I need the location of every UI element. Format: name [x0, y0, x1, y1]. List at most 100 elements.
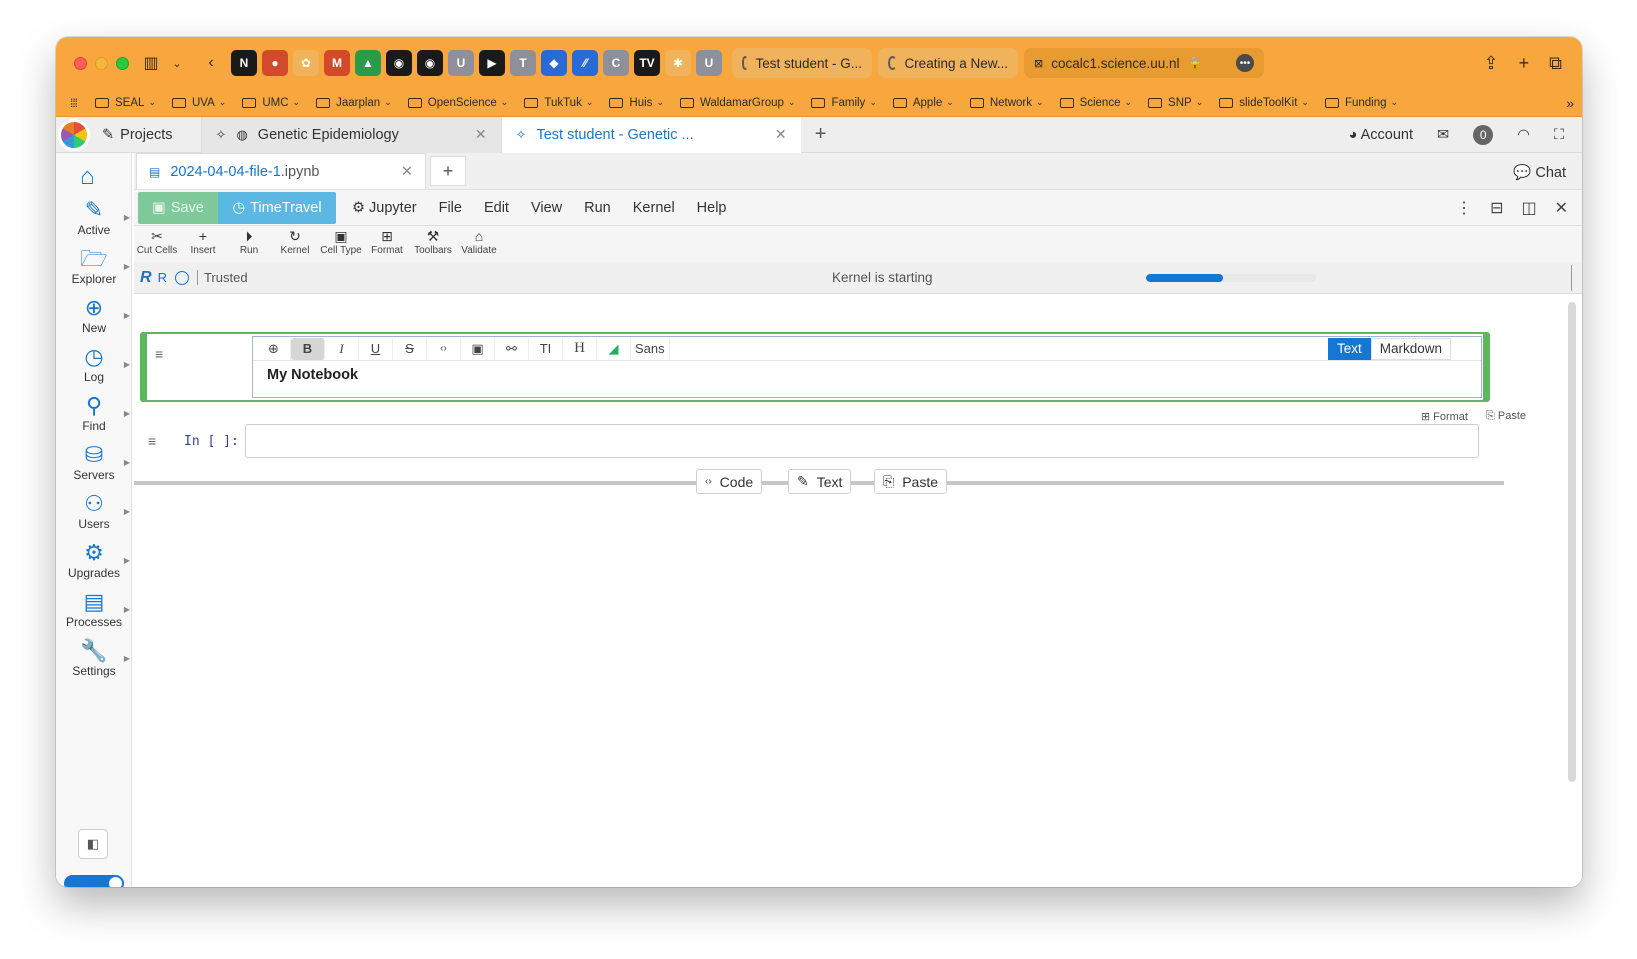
drag-handle-icon[interactable]: ≡ — [148, 433, 156, 449]
trusted-label[interactable]: Trusted — [196, 270, 248, 285]
format-button[interactable]: ⊞ Format — [364, 226, 410, 256]
menu-jupyter[interactable]: ⚙ Jupyter — [352, 200, 417, 216]
bookmark-folder[interactable]: UMC ⌄ — [242, 97, 300, 109]
menu-file[interactable]: File — [439, 200, 462, 216]
pinned-tab[interactable]: U — [696, 50, 722, 76]
markdown-content[interactable]: My Notebook — [253, 361, 1481, 389]
paste-cell-button[interactable]: ⎘ Paste — [1486, 410, 1526, 423]
account-button[interactable]: ◕ Account — [1349, 127, 1413, 143]
toolbars-button[interactable]: ⚒ Toolbars — [410, 226, 456, 256]
pinned-tab[interactable]: U — [448, 50, 474, 76]
bold-icon[interactable]: B — [291, 337, 325, 360]
sidebar-item-find[interactable]: ⚲ Find ▶ — [56, 393, 132, 433]
fullscreen-icon[interactable]: ⛶ — [1554, 127, 1564, 143]
sidebar-item-processes[interactable]: ▤ Processes ▶ — [56, 589, 132, 629]
pinned-tab[interactable]: M — [324, 50, 350, 76]
run-button[interactable]: ⏵ Run — [226, 226, 272, 256]
code-input[interactable] — [245, 424, 1479, 458]
bookmark-folder[interactable]: SNP ⌄ — [1148, 97, 1203, 109]
validate-button[interactable]: ⌂ Validate — [456, 226, 502, 256]
minimize-window-button[interactable] — [95, 56, 108, 70]
bookmark-folder[interactable]: slideToolKit ⌄ — [1219, 97, 1309, 109]
close-window-button[interactable] — [74, 56, 87, 70]
heading-icon[interactable]: H — [563, 337, 597, 360]
menu-view[interactable]: View — [531, 200, 562, 216]
project-tab[interactable]: ✧ ◍ Genetic Epidemiology ✕ — [200, 116, 501, 153]
bookmark-folder[interactable]: Family ⌄ — [811, 97, 877, 109]
cocalc-logo[interactable] — [58, 118, 90, 151]
close-icon[interactable]: ✕ — [1555, 198, 1568, 218]
menu-kernel[interactable]: Kernel — [633, 200, 675, 216]
kernel-name[interactable]: R — [158, 270, 167, 285]
bookmark-folder[interactable]: Science ⌄ — [1059, 97, 1132, 109]
timetravel-button[interactable]: ◷ TimeTravel — [218, 191, 336, 224]
chat-button[interactable]: 💬 Chat — [1513, 164, 1566, 181]
code-block-icon[interactable]: ▣ — [461, 337, 495, 360]
bookmark-folder[interactable]: OpenScience ⌄ — [407, 97, 508, 109]
pinned-tab[interactable]: ✿ — [293, 50, 319, 76]
close-icon[interactable]: ✕ — [401, 164, 413, 180]
more-bookmarks-icon[interactable]: » — [1566, 95, 1574, 111]
sidebar-item-users[interactable]: ⚇ Users ▶ — [56, 491, 132, 531]
pinned-tab[interactable]: N — [231, 50, 257, 76]
link-icon[interactable]: ⚯ — [495, 337, 529, 360]
pinned-tab[interactable]: ▶ — [479, 50, 505, 76]
markdown-editor[interactable]: ⊕ B I U S ‹› ▣ ⚯ TI H ◢ Sans Text Markdo… — [252, 336, 1482, 398]
pinned-tab[interactable]: ◉ — [417, 50, 443, 76]
project-tab-active[interactable]: ✧ Test student - Genetic ... ✕ — [500, 116, 801, 153]
format-cell-button[interactable]: ⊞ Format — [1421, 410, 1468, 423]
sidebar-item-new[interactable]: ⊕ New ▶ — [56, 295, 132, 335]
insert-icon[interactable]: ⊕ — [257, 337, 291, 360]
insert-code-button[interactable]: ‹› Code — [696, 469, 763, 494]
color-palette-icon[interactable]: ◢ — [597, 337, 631, 360]
text-size-icon[interactable]: TI — [529, 337, 563, 360]
browser-tab[interactable]: Creating a New... — [878, 48, 1018, 78]
scrollbar[interactable] — [1568, 302, 1576, 782]
home-icon[interactable]: ⌂ — [80, 163, 95, 191]
sidebar-item-log[interactable]: ◷ Log ▶ — [56, 344, 132, 384]
pinned-tab[interactable]: C — [603, 50, 629, 76]
text-mode-button[interactable]: Text — [1327, 337, 1371, 360]
code-icon[interactable]: ‹› — [427, 337, 461, 360]
file-tab[interactable]: ▤ 2024-04-04-file-1 .ipynb ✕ — [136, 153, 426, 189]
pinned-tab[interactable]: ◆ — [541, 50, 567, 76]
wifi-icon[interactable]: ◠ — [1517, 127, 1530, 143]
notifications-badge[interactable]: 0 — [1473, 124, 1494, 145]
pinned-tab[interactable]: ▲ — [355, 50, 381, 76]
menu-help[interactable]: Help — [697, 200, 727, 216]
split-horizontal-icon[interactable]: ⊟ — [1490, 198, 1503, 218]
browser-tab[interactable]: Test student - G... — [732, 48, 872, 78]
bookmark-folder[interactable]: WaldamarGroup ⌄ — [679, 97, 795, 109]
more-vertical-icon[interactable]: ⋮ — [1456, 198, 1472, 218]
sidebar-item-active[interactable]: ✎ Active ▶ — [56, 197, 132, 237]
add-tab-button[interactable]: + — [801, 123, 841, 146]
tab-overview-icon[interactable]: ⧉ — [1549, 53, 1562, 74]
sidebar-toggle-icon[interactable]: ▥ — [139, 51, 163, 75]
markdown-cell[interactable]: ≡ ⊕ B I U S ‹› ▣ ⚯ TI H ◢ Sans Text Mark… — [140, 332, 1490, 402]
pinned-tab[interactable]: ✱ — [665, 50, 691, 76]
pinned-tab[interactable]: ◉ — [386, 50, 412, 76]
apps-grid-icon[interactable]: ⁞⁞⁞ — [70, 96, 78, 110]
cut-cells-button[interactable]: ✂ Cut Cells — [134, 226, 180, 256]
bookmark-folder[interactable]: TukTuk ⌄ — [524, 97, 593, 109]
browser-tab-active[interactable]: ⊠ cocalc1.science.uu.nl 🔒 ••• — [1024, 48, 1264, 78]
insert-text-button[interactable]: ✎ Text — [788, 469, 852, 494]
menu-run[interactable]: Run — [584, 200, 611, 216]
pinned-tab[interactable]: TV — [634, 50, 660, 76]
bookmark-folder[interactable]: Apple ⌄ — [892, 97, 954, 109]
font-selector[interactable]: Sans — [631, 337, 670, 360]
more-options-icon[interactable]: ••• — [1236, 54, 1254, 72]
drag-handle-icon[interactable]: ≡ — [155, 346, 163, 362]
bookmark-folder[interactable]: Jaarplan ⌄ — [316, 97, 392, 109]
chevron-down-icon[interactable]: ⌄ — [165, 51, 189, 75]
markdown-mode-button[interactable]: Markdown — [1370, 337, 1451, 360]
italic-icon[interactable]: I — [325, 337, 359, 360]
close-icon[interactable]: ✕ — [475, 126, 487, 143]
pinned-tab[interactable]: ⁄⁄ — [572, 50, 598, 76]
mail-icon[interactable]: ✉ — [1437, 127, 1449, 143]
insert-paste-button[interactable]: ⎘ Paste — [874, 469, 948, 494]
pinned-tab[interactable]: ● — [262, 50, 288, 76]
sidebar-item-upgrades[interactable]: ⚙ Upgrades ▶ — [56, 540, 132, 580]
strikethrough-icon[interactable]: S — [393, 337, 427, 360]
bookmark-folder[interactable]: Huis ⌄ — [609, 97, 664, 109]
